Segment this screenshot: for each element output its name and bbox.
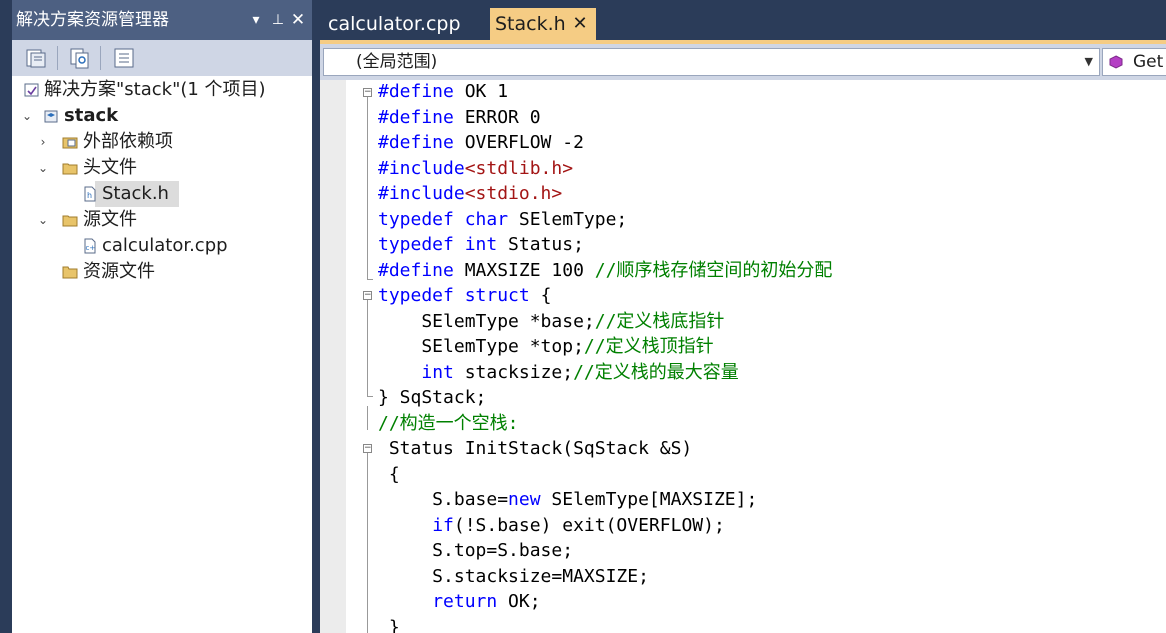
solution-explorer-toolbar	[12, 40, 312, 76]
panel-splitter[interactable]	[312, 0, 320, 633]
tree-item-project[interactable]: ⌄ stack	[12, 103, 312, 129]
fold-guide-line	[367, 300, 368, 396]
fold-guide-end	[367, 279, 373, 280]
code-line: int stacksize;//定义栈的最大容量	[421, 361, 739, 383]
document-tab-strip: calculator.cpp Stack.h ✕	[320, 0, 1166, 40]
folder-open-icon	[62, 215, 78, 227]
tab-label: calculator.cpp	[328, 13, 461, 35]
fold-collapse-icon[interactable]: −	[363, 291, 372, 300]
refresh-button[interactable]	[67, 46, 91, 70]
code-line: #define ERROR 0	[378, 106, 541, 128]
tree-item-stack-h[interactable]: h Stack.h	[12, 181, 312, 207]
svg-text:c+: c+	[86, 244, 96, 252]
tab-calculator-cpp[interactable]: calculator.cpp	[328, 8, 461, 40]
folder-icon	[62, 266, 78, 279]
code-line: return OK;	[432, 591, 541, 612]
properties-button[interactable]	[112, 46, 136, 70]
tree-item-header-files[interactable]: ⌄ 头文件	[12, 155, 312, 181]
fold-guide-end	[367, 396, 373, 397]
tree-item-solution[interactable]: 解决方案"stack"(1 个项目)	[12, 77, 312, 103]
code-line: #include<stdlib.h>	[378, 157, 574, 179]
fold-guide-line	[367, 97, 368, 279]
show-all-files-icon	[26, 49, 46, 68]
solution-explorer-titlebar: 解决方案资源管理器 ▾ ⊥ ✕	[12, 0, 312, 40]
member-dropdown[interactable]: Get	[1102, 48, 1166, 76]
solution-explorer-title: 解决方案资源管理器	[16, 10, 169, 30]
collapse-arrow-icon[interactable]: ⌄	[36, 207, 50, 233]
scope-value: (全局范围)	[356, 52, 438, 72]
auto-hide-pin-icon[interactable]: ⊥	[268, 0, 288, 40]
code-line: typedef int Status;	[378, 234, 584, 255]
collapse-arrow-icon[interactable]: ⌄	[36, 155, 50, 181]
properties-icon	[114, 48, 134, 68]
navigation-bar: (全局范围) ▼ Get	[320, 44, 1166, 80]
tree-item-label: 源文件	[83, 209, 137, 230]
code-line: if(!S.base) exit(OVERFLOW);	[432, 514, 725, 536]
toolbar-separator	[57, 46, 58, 70]
tree-item-resource-files[interactable]: 资源文件	[12, 259, 312, 285]
project-icon	[44, 110, 58, 123]
fold-guide-line	[367, 406, 368, 430]
tree-item-calculator-cpp[interactable]: c+ calculator.cpp	[12, 233, 312, 259]
code-editor[interactable]: − − − #define OK 1 #define ERROR 0 #defi…	[320, 80, 1166, 633]
refresh-icon	[70, 48, 89, 69]
solution-explorer-panel: 解决方案资源管理器 ▾ ⊥ ✕ 解决方案"stack"(1 个项目) ⌄ sta…	[12, 0, 312, 633]
tree-item-external-dependencies[interactable]: › 外部依赖项	[12, 129, 312, 155]
code-line: S.base=new SElemType[MAXSIZE];	[378, 489, 758, 510]
code-line: SElemType *top;//定义栈顶指针	[378, 336, 714, 357]
tree-item-label: 外部依赖项	[83, 131, 173, 152]
code-line: #define OVERFLOW -2	[378, 132, 584, 153]
code-line: typedef struct {	[378, 285, 552, 306]
expand-arrow-icon[interactable]: ›	[36, 129, 50, 155]
tree-item-label: 资源文件	[83, 261, 155, 282]
code-line: }	[378, 616, 400, 633]
dropdown-arrow-icon: ▼	[1084, 55, 1093, 68]
left-dock-strip	[0, 0, 12, 633]
tree-item-label: calculator.cpp	[102, 235, 228, 256]
solution-tree: 解决方案"stack"(1 个项目) ⌄ stack › 外部依赖项 ⌄ 头文件…	[12, 76, 312, 633]
method-icon	[1109, 55, 1123, 69]
cpp-file-icon: c+	[84, 238, 96, 254]
solution-icon	[24, 83, 39, 97]
fold-collapse-icon[interactable]: −	[363, 444, 372, 453]
code-line: S.stacksize=MAXSIZE;	[378, 565, 649, 587]
editor-margin	[320, 80, 346, 633]
tree-item-label: 解决方案"stack"(1 个项目)	[44, 79, 266, 100]
tree-item-label: 头文件	[83, 157, 137, 178]
fold-collapse-icon[interactable]: −	[363, 88, 372, 97]
code-line: #include<stdio.h>	[378, 183, 563, 204]
toolbar-separator	[100, 46, 101, 70]
header-file-icon: h	[84, 186, 96, 202]
fold-guide-line	[367, 453, 368, 633]
tree-item-label: Stack.h	[102, 183, 169, 204]
code-line: Status InitStack(SqStack &S)	[378, 438, 693, 459]
code-line: #define OK 1	[378, 81, 509, 102]
tab-label: Stack.h	[495, 13, 566, 35]
tab-stack-h[interactable]: Stack.h ✕	[490, 8, 596, 40]
code-line: S.top=S.base;	[378, 540, 574, 561]
close-panel-icon[interactable]: ✕	[288, 0, 308, 40]
code-line: #define MAXSIZE 100 //顺序栈存储空间的初始分配	[378, 259, 833, 281]
scope-dropdown[interactable]: (全局范围) ▼	[323, 48, 1100, 76]
code-line: {	[378, 463, 400, 485]
close-tab-icon[interactable]: ✕	[570, 8, 590, 40]
tree-item-label: stack	[64, 105, 119, 126]
show-all-files-button[interactable]	[24, 46, 48, 70]
folder-open-icon	[62, 163, 78, 175]
svg-text:h: h	[87, 191, 92, 200]
member-value: Get	[1133, 52, 1164, 72]
code-line: SElemType *base;//定义栈底指针	[378, 310, 725, 332]
code-line: } SqStack;	[378, 387, 487, 408]
collapse-arrow-icon[interactable]: ⌄	[20, 103, 34, 129]
dependencies-icon	[62, 137, 78, 149]
code-line: //构造一个空栈:	[378, 412, 519, 434]
code-line: typedef char SElemType;	[378, 208, 628, 230]
window-position-dropdown-icon[interactable]: ▾	[246, 0, 266, 40]
tree-item-source-files[interactable]: ⌄ 源文件	[12, 207, 312, 233]
